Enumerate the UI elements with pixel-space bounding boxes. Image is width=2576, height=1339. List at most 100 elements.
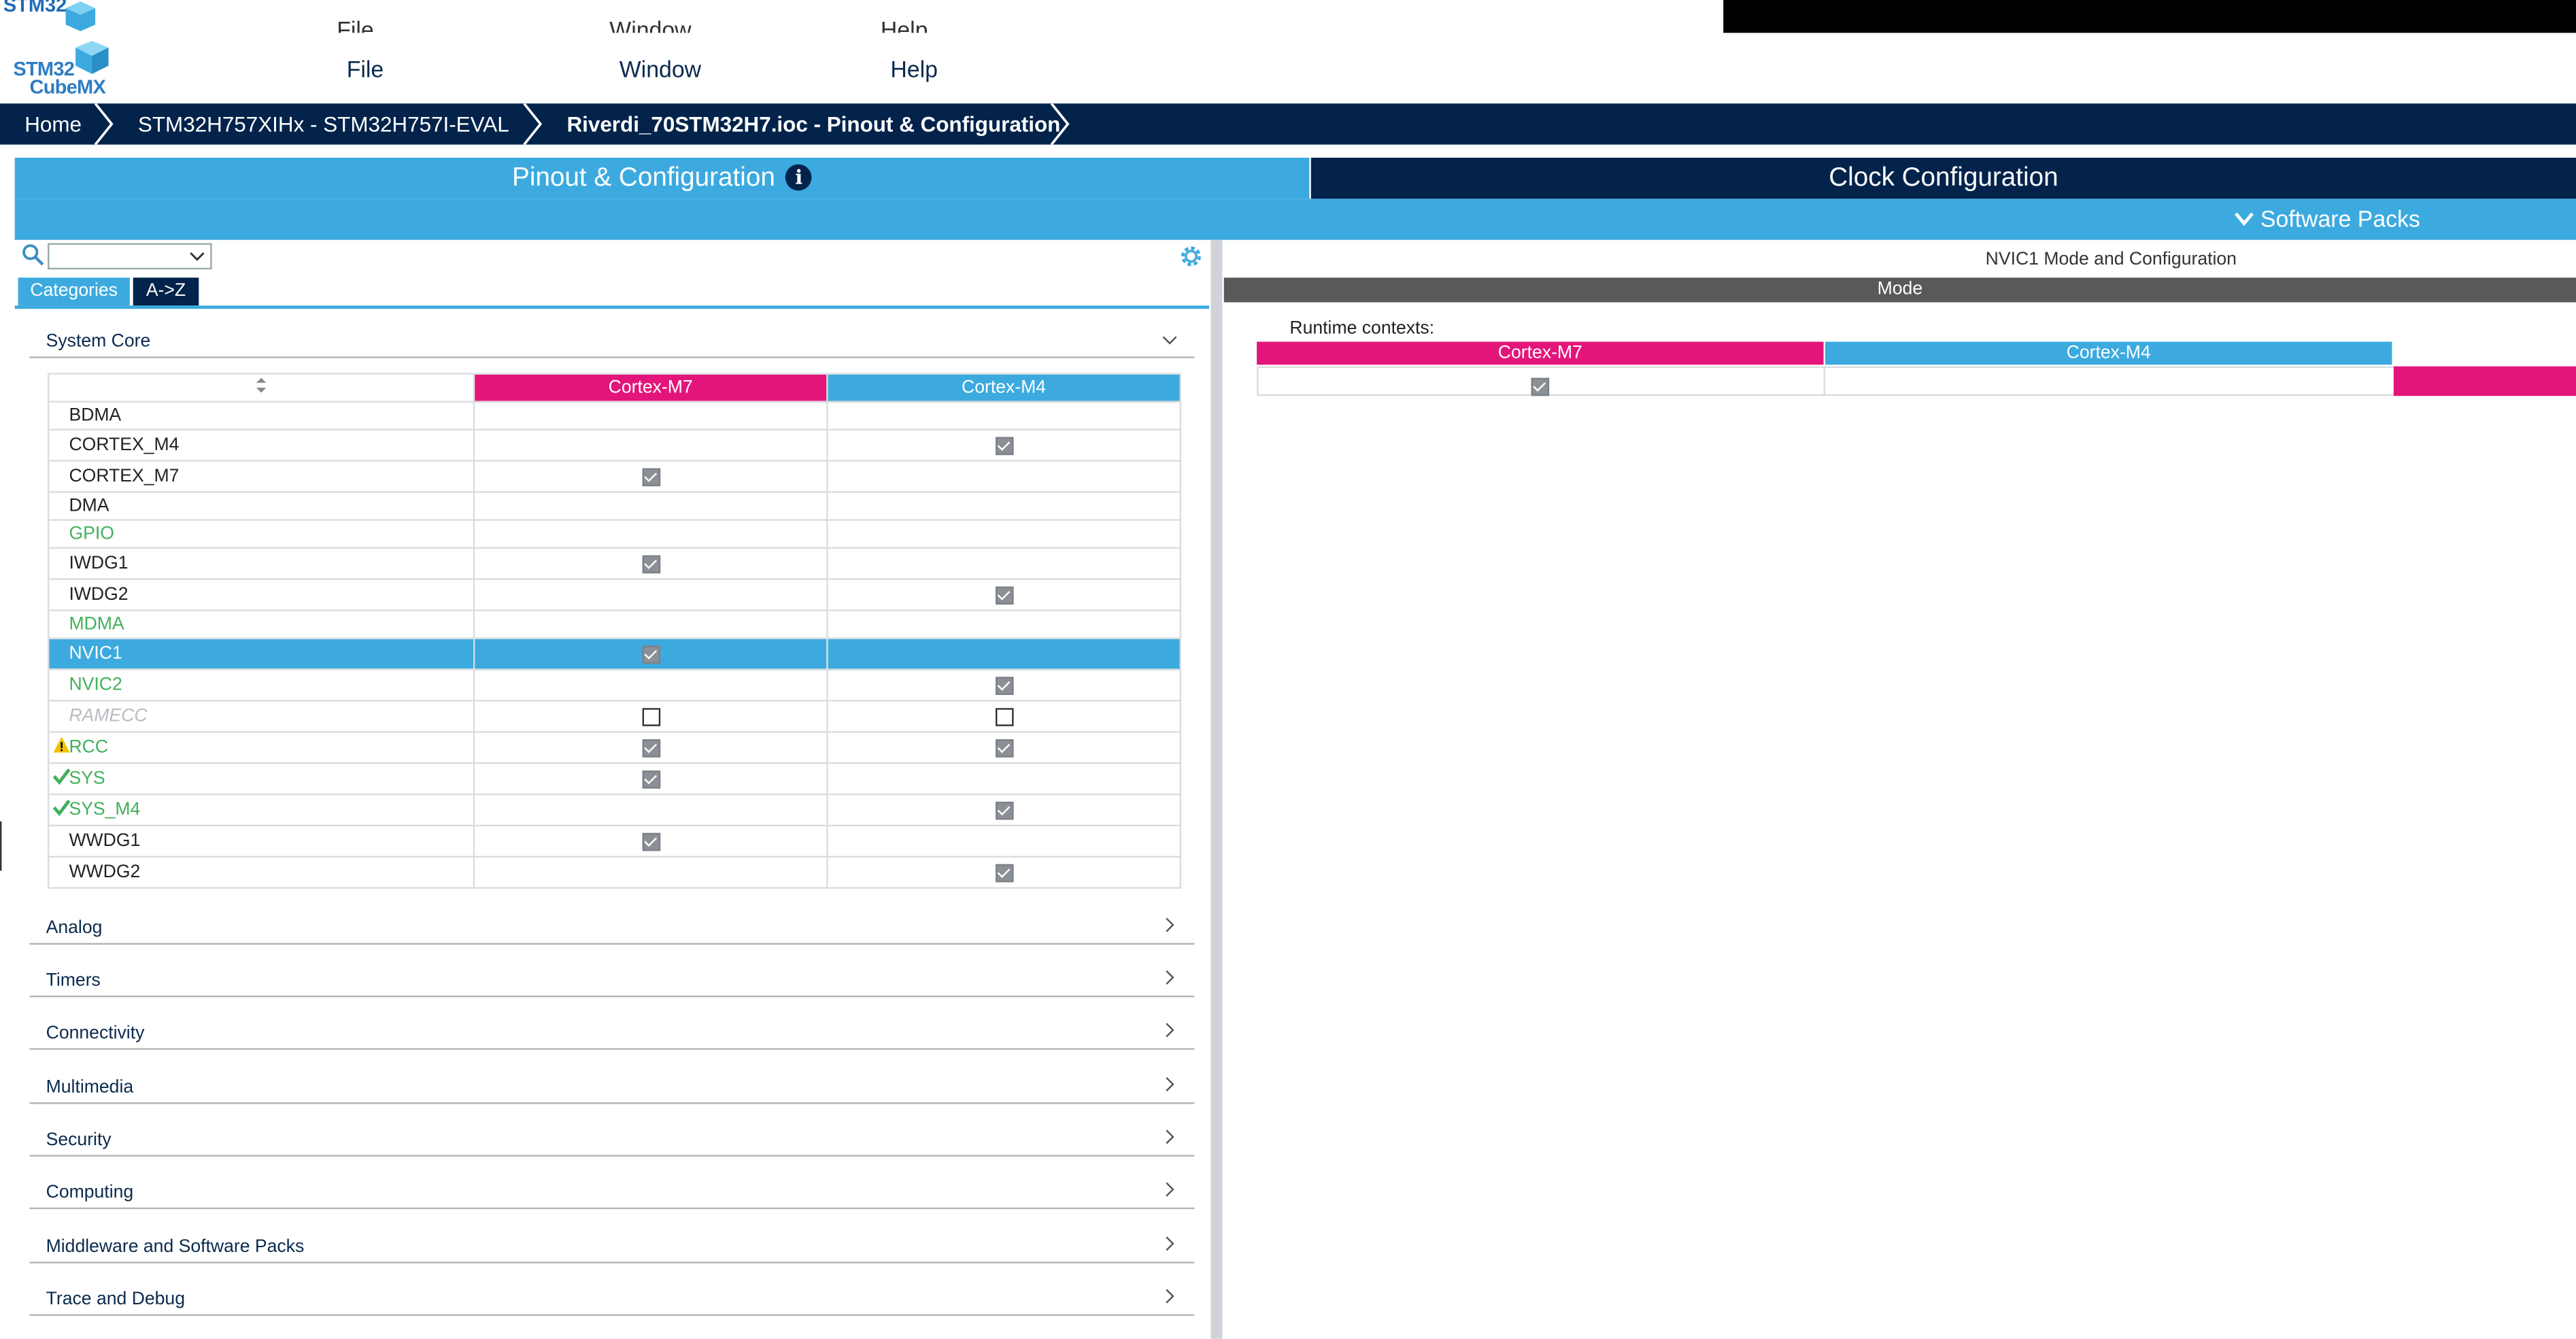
section-system-core[interactable]: System Core (29, 328, 1195, 358)
peripheral-name-cell[interactable]: CORTEX_M4 (48, 428, 475, 462)
table-row[interactable]: GPIO (48, 519, 1181, 549)
table-row[interactable]: IWDG1 (48, 547, 1181, 580)
tab-pinout-configuration[interactable]: Pinout & Configuration i (14, 157, 1310, 199)
table-row[interactable]: MDMA (48, 609, 1181, 639)
peripheral-name-cell[interactable]: MDMA (48, 609, 475, 639)
table-row[interactable]: WWDG1 (48, 824, 1181, 858)
search-icon[interactable] (21, 243, 44, 267)
peripheral-name-cell[interactable]: WWDG1 (48, 824, 475, 858)
peripheral-name-cell[interactable]: SYS_M4 (48, 793, 475, 827)
context-checkbox-m7[interactable] (641, 467, 660, 486)
software-packs-button[interactable]: Software Packs (2235, 199, 2420, 239)
gear-icon[interactable] (1178, 243, 1204, 270)
context-cell-m7[interactable] (473, 762, 828, 796)
context-checkbox-m4[interactable] (994, 739, 1013, 757)
context-cell-m7[interactable] (473, 793, 828, 827)
column-cortex-m7[interactable]: Cortex-M7 (473, 373, 828, 403)
category-analog[interactable]: Analog (29, 915, 1195, 945)
context-cell-m4[interactable] (826, 793, 1181, 827)
categories-button[interactable]: Categories (18, 277, 130, 306)
sort-header[interactable] (48, 373, 475, 403)
table-row[interactable]: CORTEX_M4 (48, 428, 1181, 462)
tab-clock-configuration[interactable]: Clock Configuration (1310, 157, 2576, 199)
category-security[interactable]: Security (29, 1127, 1195, 1157)
context-checkbox-m4[interactable] (994, 586, 1013, 605)
context-checkbox-m4[interactable] (994, 863, 1013, 882)
peripheral-name-cell[interactable]: NVIC2 (48, 668, 475, 702)
context-checkbox-m7[interactable] (641, 832, 660, 851)
table-row[interactable]: SYS (48, 762, 1181, 796)
panel-splitter[interactable] (1210, 239, 1223, 1339)
table-row[interactable]: DMA (48, 491, 1181, 521)
context-cell-m4[interactable] (826, 491, 1181, 521)
context-cell-m4[interactable] (826, 401, 1181, 430)
context-cell-m4[interactable] (826, 428, 1181, 462)
breadcrumb-home[interactable]: Home (24, 103, 82, 144)
context-cell-m4[interactable] (826, 731, 1181, 764)
table-row[interactable]: NVIC2 (48, 668, 1181, 702)
table-row[interactable]: WWDG2 (48, 855, 1181, 889)
peripheral-name-cell[interactable]: SYS (48, 762, 475, 796)
peripheral-name-cell[interactable]: NVIC1 (48, 637, 475, 671)
context-checkbox-m7[interactable] (641, 554, 660, 573)
peripheral-name-cell[interactable]: GPIO (48, 519, 475, 549)
peripheral-name-cell[interactable]: DMA (48, 491, 475, 521)
context-cell-m4[interactable] (826, 855, 1181, 889)
context-cell-m7[interactable] (473, 855, 828, 889)
menu-help[interactable]: Help (890, 56, 938, 82)
context-cell-m7[interactable] (473, 731, 828, 764)
table-row[interactable]: SYS_M4 (48, 793, 1181, 827)
context-cell-m7[interactable] (473, 668, 828, 702)
category-middleware-and-software-packs[interactable]: Middleware and Software Packs (29, 1234, 1195, 1264)
category-timers[interactable]: Timers (29, 968, 1195, 998)
table-row[interactable]: BDMA (48, 401, 1181, 430)
category-computing[interactable]: Computing (29, 1180, 1195, 1210)
breadcrumb-project[interactable]: Riverdi_70STM32H7.ioc - Pinout & Configu… (566, 103, 1060, 144)
category-multimedia[interactable]: Multimedia (29, 1074, 1195, 1104)
peripheral-name-cell[interactable]: WWDG2 (48, 855, 475, 889)
menu-file[interactable]: File (347, 56, 384, 82)
context-cell-m4[interactable] (826, 519, 1181, 549)
context-cell-m7[interactable] (473, 578, 828, 611)
chevron-down-icon[interactable] (187, 246, 207, 266)
context-checkbox-m7[interactable] (641, 770, 660, 788)
category-connectivity[interactable]: Connectivity (29, 1020, 1195, 1050)
context-cell-m7[interactable] (473, 637, 828, 671)
table-row[interactable]: NVIC1 (48, 637, 1181, 671)
context-cell-m4[interactable] (826, 762, 1181, 796)
menu-window[interactable]: Window (620, 56, 701, 82)
category-trace-and-debug[interactable]: Trace and Debug (29, 1287, 1195, 1317)
context-cell-m7[interactable] (473, 401, 828, 430)
column-cortex-m4[interactable]: Cortex-M4 (826, 373, 1181, 403)
context-cell-m4[interactable] (826, 637, 1181, 671)
context-cell-m7[interactable] (473, 519, 828, 549)
context-cell-m7[interactable] (473, 824, 828, 858)
context-cell-m7[interactable] (473, 428, 828, 462)
context-checkbox-m7[interactable] (641, 739, 660, 757)
context-cell-m4[interactable] (826, 824, 1181, 858)
context-cell-m7[interactable] (473, 700, 828, 733)
context-cell-m4[interactable] (826, 547, 1181, 580)
peripheral-name-cell[interactable]: IWDG2 (48, 578, 475, 611)
breadcrumb-device[interactable]: STM32H757XIHx - STM32H757I-EVAL (138, 103, 509, 144)
peripheral-name-cell[interactable]: BDMA (48, 401, 475, 430)
context-cell-m7[interactable] (473, 609, 828, 639)
peripheral-name-cell[interactable]: CORTEX_M7 (48, 460, 475, 493)
a-z-button[interactable]: A->Z (133, 277, 199, 306)
context-checkbox-m4[interactable] (994, 436, 1013, 455)
peripheral-name-cell[interactable]: IWDG1 (48, 547, 475, 580)
context-cell-m7[interactable] (473, 491, 828, 521)
context-checkbox-m4[interactable] (994, 676, 1013, 694)
peripheral-name-cell[interactable]: RCC (48, 731, 475, 764)
table-row[interactable]: IWDG2 (48, 578, 1181, 611)
context-cell-m4[interactable] (826, 578, 1181, 611)
info-icon[interactable]: i (785, 164, 813, 191)
context-checkbox-m7[interactable] (641, 707, 660, 726)
context-cell-m7[interactable] (473, 547, 828, 580)
context-checkbox-m4[interactable] (994, 800, 1013, 819)
context-cell-m4[interactable] (826, 609, 1181, 639)
table-row[interactable]: RAMECC (48, 700, 1181, 733)
context-cell-m4[interactable] (826, 700, 1181, 733)
table-row[interactable]: RCC (48, 731, 1181, 764)
context-cell-m4[interactable] (826, 460, 1181, 493)
